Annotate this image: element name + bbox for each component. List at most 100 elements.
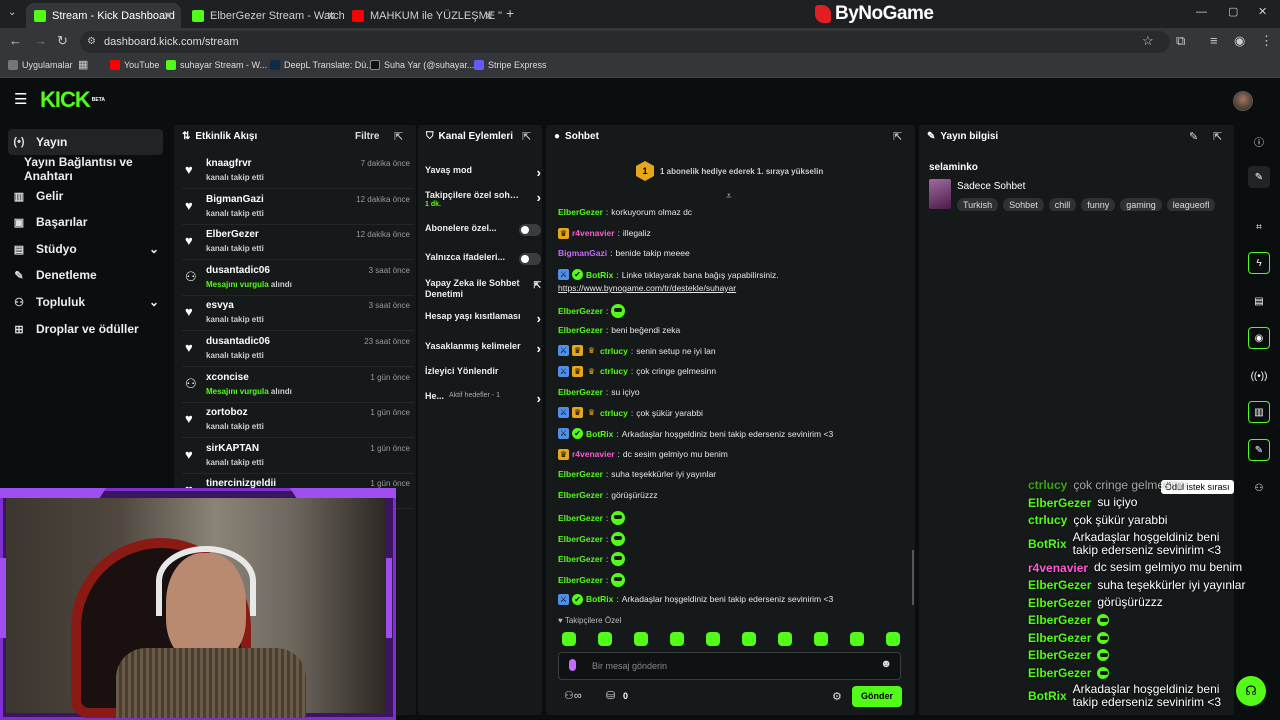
- chat-input[interactable]: Bir mesaj gönderin ☻: [558, 652, 901, 680]
- emote-shortcut-icon[interactable]: [886, 632, 900, 646]
- send-button[interactable]: Gönder: [852, 686, 902, 707]
- emoji-icon[interactable]: ☻: [880, 658, 892, 670]
- chat-username[interactable]: ElberGezer: [558, 513, 603, 523]
- emote-shortcut-icon[interactable]: [814, 632, 828, 646]
- media-icon[interactable]: ≡: [1210, 33, 1218, 48]
- edit-icon[interactable]: ✎: [1248, 166, 1270, 188]
- document-icon[interactable]: ▤: [1248, 290, 1270, 312]
- broadcast-icon[interactable]: ((•)): [1248, 365, 1270, 387]
- site-info-icon[interactable]: ⚙: [87, 31, 96, 53]
- grid-icon[interactable]: ▦: [78, 58, 88, 71]
- mic-icon[interactable]: [569, 659, 576, 671]
- tab-elbergezer[interactable]: ElberGezer Stream - Watch Live ✕: [184, 3, 344, 28]
- chat-username[interactable]: ctrlucy: [600, 366, 628, 376]
- screenshot-icon[interactable]: ⌗: [1248, 216, 1270, 238]
- tab-youtube[interactable]: MAHKUM ile YÜZLEŞME "Zama ✕: [344, 3, 502, 28]
- chat-username[interactable]: ElberGezer: [558, 325, 603, 335]
- edit-icon[interactable]: ✎: [1189, 130, 1198, 143]
- sidebar-item-basarilar[interactable]: ▣ Başarılar: [8, 209, 163, 235]
- maximize-icon[interactable]: ▢: [1228, 5, 1238, 18]
- sidebar-item-gelir[interactable]: ▥ Gelir: [8, 183, 163, 209]
- chat-username[interactable]: BigmanGazi: [558, 248, 607, 258]
- emote-shortcut-icon[interactable]: [778, 632, 792, 646]
- back-icon[interactable]: ←: [9, 33, 22, 48]
- support-chat-button[interactable]: ☊: [1236, 676, 1266, 706]
- sidebar-item-studyo[interactable]: ▤ Stüdyo ⌄: [8, 236, 163, 262]
- popout-icon[interactable]: ⇱: [394, 130, 403, 143]
- chat-username[interactable]: r4venavier: [572, 449, 615, 459]
- tag-chip[interactable]: Turkish: [957, 198, 999, 211]
- extensions-icon[interactable]: ⧉: [1176, 33, 1185, 49]
- channel-action-item[interactable]: Takipçilere özel sohbet 1 dk. ›: [425, 190, 541, 208]
- chat-icon[interactable]: ◉: [1248, 327, 1270, 349]
- toggle-switch[interactable]: [519, 224, 541, 236]
- popout-icon[interactable]: ⇱: [893, 130, 902, 143]
- minimize-icon[interactable]: —: [1196, 6, 1207, 18]
- popout-icon[interactable]: ⇱: [522, 130, 531, 143]
- chat-username[interactable]: ElberGezer: [558, 575, 603, 585]
- bookmark-kick-stream[interactable]: suhayar Stream - W...: [166, 60, 267, 70]
- chat-username[interactable]: ElberGezer: [558, 469, 603, 479]
- tag-chip[interactable]: Sohbet: [1003, 198, 1044, 211]
- emote-shortcut-icon[interactable]: [670, 632, 684, 646]
- info-icon[interactable]: ⓘ: [1248, 130, 1270, 152]
- emote-shortcut-icon[interactable]: [598, 632, 612, 646]
- channel-action-item[interactable]: Hesap yaşı kısıtlaması ›: [425, 311, 541, 326]
- chat-username[interactable]: ElberGezer: [558, 306, 603, 316]
- hamburger-menu-icon[interactable]: ☰: [14, 90, 27, 108]
- chat-scrollbar[interactable]: [912, 550, 914, 605]
- chat-username[interactable]: BotRix: [586, 429, 613, 439]
- bookmark-apps[interactable]: Uygulamalar: [8, 60, 73, 70]
- window-close-icon[interactable]: ✕: [1258, 5, 1267, 18]
- tag-chip[interactable]: leagueofl: [1166, 198, 1216, 211]
- chat-username[interactable]: ctrlucy: [600, 346, 628, 356]
- wrench-icon[interactable]: ✎: [1248, 439, 1270, 461]
- sidebar-item-yayin[interactable]: (•) Yayın: [8, 129, 163, 155]
- reward-queue-icon[interactable]: ⚇: [1248, 477, 1270, 499]
- chat-username[interactable]: r4venavier: [572, 228, 615, 238]
- user-avatar[interactable]: [1233, 91, 1253, 111]
- bookmark-stripe[interactable]: Stripe Express: [474, 60, 547, 70]
- pinned-banner[interactable]: 1 1 abonelik hediye ederek 1. sıraya yük…: [636, 161, 823, 181]
- chat-username[interactable]: BotRix: [586, 270, 613, 280]
- emote-shortcut-icon[interactable]: [706, 632, 720, 646]
- bookmark-star-icon[interactable]: ☆: [1142, 33, 1154, 49]
- chat-link[interactable]: https://www.bynogame.com/tr/destekle/suh…: [558, 283, 736, 293]
- kick-logo[interactable]: KICK BETA: [40, 89, 105, 111]
- forward-icon[interactable]: →: [34, 33, 47, 48]
- url-input[interactable]: ⚙ dashboard.kick.com/stream: [80, 31, 1170, 53]
- channel-action-item[interactable]: Yalnızca ifadeleri...: [425, 252, 541, 265]
- channel-action-item[interactable]: İzleyici Yönlendir: [425, 366, 537, 377]
- popout-icon[interactable]: ⇱: [1213, 130, 1222, 143]
- chat-username[interactable]: ElberGezer: [558, 554, 603, 564]
- tag-chip[interactable]: gaming: [1120, 198, 1162, 211]
- channel-action-item[interactable]: He... Aktif hedefler - 1 ›: [425, 391, 541, 406]
- emote-shortcut-icon[interactable]: [562, 632, 576, 646]
- chat-username[interactable]: ctrlucy: [600, 408, 628, 418]
- inventory-icon[interactable]: ⛁: [606, 689, 615, 702]
- tag-chip[interactable]: funny: [1081, 198, 1116, 211]
- emote-shortcut-icon[interactable]: [742, 632, 756, 646]
- chat-username[interactable]: ElberGezer: [558, 490, 603, 500]
- sidebar-item-droplar[interactable]: ⊞ Droplar ve ödüller: [8, 316, 163, 342]
- emote-shortcut-icon[interactable]: [850, 632, 864, 646]
- collapse-icon[interactable]: ⩡: [726, 191, 732, 202]
- toggle-switch[interactable]: [519, 253, 541, 265]
- tab-kick-dashboard[interactable]: Stream - Kick Dashboard ✕: [26, 3, 181, 28]
- close-icon[interactable]: ✕: [163, 9, 173, 23]
- queue-icon[interactable]: ▥: [1248, 401, 1270, 423]
- sidebar-item-topluluk[interactable]: ⚇ Topluluk ⌄: [8, 289, 163, 315]
- close-icon[interactable]: ✕: [326, 9, 336, 23]
- reload-icon[interactable]: ↻: [57, 33, 68, 49]
- tag-chip[interactable]: chill: [1048, 198, 1077, 211]
- sidebar-item-denetleme[interactable]: ✎ Denetleme: [8, 262, 163, 288]
- channel-action-item[interactable]: Abonelere özel...: [425, 223, 541, 236]
- lightning-icon[interactable]: ϟ: [1248, 252, 1270, 274]
- profile-icon[interactable]: ◉: [1234, 33, 1245, 49]
- menu-icon[interactable]: ⋮: [1260, 33, 1273, 49]
- chat-settings-icon[interactable]: ⚙: [832, 690, 842, 703]
- chat-username[interactable]: ElberGezer: [558, 534, 603, 544]
- tab-search-icon[interactable]: ⌄: [8, 7, 16, 18]
- points-icon[interactable]: ⚇∞: [564, 689, 582, 702]
- chat-username[interactable]: BotRix: [586, 594, 613, 604]
